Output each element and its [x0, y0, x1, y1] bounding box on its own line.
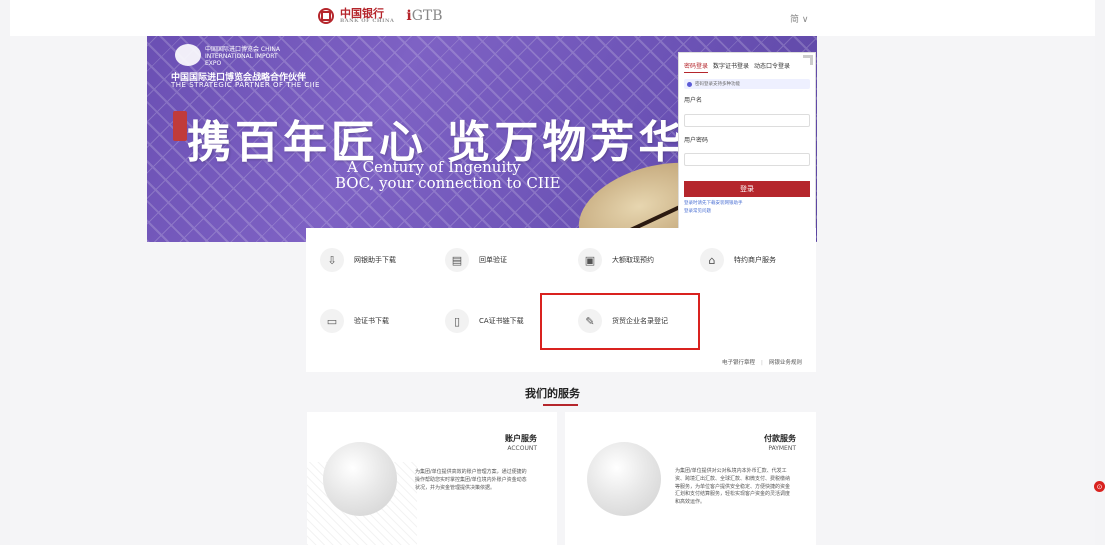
brand-logo[interactable]: 中国银行 BANK OF CHINA iGTB [318, 8, 443, 24]
cash-icon: ▣ [578, 248, 602, 272]
payment-globe-icon [587, 442, 661, 516]
link-separator: | [761, 360, 763, 366]
top-bar [10, 0, 1095, 36]
service-card-payment[interactable]: 付款服务 PAYMENT 为集团/单位提供对公对私境内本外币汇款、代发工资、跨境… [565, 412, 816, 545]
username-input[interactable] [684, 113, 810, 127]
shortcut-ca-cert-download[interactable]: ▯ CA证书链下载 [445, 309, 524, 333]
shortcut-helper-download[interactable]: ⇩ 网银助手下载 [320, 248, 396, 272]
password-label: 用户密码 [684, 136, 709, 144]
card-desc: 为集团/单位提供对公对私境内本外币汇款、代发工资、跨境汇出汇款、全球汇款、和微支… [675, 468, 791, 505]
tab-cert-login[interactable]: 数字证书登录 [713, 61, 749, 73]
service-card-account[interactable]: 账户服务 ACCOUNT 为集团/单位提供高效的账户管理方案，通过便捷的操作帮助… [307, 412, 557, 545]
highlight-box [540, 293, 700, 350]
account-globe-icon [323, 442, 397, 516]
partner-en: THE STRATEGIC PARTNER OF THE CIIE [171, 81, 320, 89]
tab-password-login[interactable]: 密码登录 [684, 61, 709, 73]
float-service-icon[interactable]: ⊙ [1094, 481, 1105, 492]
card-sub: PAYMENT [768, 445, 796, 452]
boc-name: 中国银行 BANK OF CHINA [340, 7, 395, 24]
download-icon: ⇩ [320, 248, 344, 272]
card-title: 付款服务 [764, 434, 796, 443]
receipt-icon: ▤ [445, 248, 469, 272]
card-title: 账户服务 [505, 434, 537, 443]
password-input[interactable] [684, 153, 810, 166]
banner-slogan-en-2: BOC, your connection to CIIE [335, 174, 561, 192]
boc-logo-icon [318, 8, 334, 24]
tab-token-login[interactable]: 动态口令登录 [754, 61, 790, 73]
shortcut-cash-appointment[interactable]: ▣ 大额取现预约 [578, 248, 654, 272]
username-label: 用户名 [684, 97, 703, 104]
info-icon [687, 81, 692, 87]
shortcut-merchant-service[interactable]: ⌂ 特约商户服务 [700, 248, 776, 272]
services-title: 我们的服务 [525, 387, 580, 400]
shortcut-receipt-verify[interactable]: ▤ 回单验证 [445, 248, 507, 272]
boc-sub: BANK OF CHINA [340, 18, 395, 24]
card-sub: ACCOUNT [507, 445, 537, 452]
login-panel: 密码登录 数字证书登录 动态口令登录 密码登录支持多种功能 用户名 用户密码 登… [678, 52, 816, 230]
login-faq-link[interactable]: 登录常见问题 [684, 208, 711, 214]
ciie-logo-icon [175, 44, 201, 66]
shortcut-cert-download[interactable]: ▭ 验证书下载 [320, 309, 389, 333]
language-selector[interactable]: 简 ∨ [790, 12, 808, 25]
ebank-charter-link[interactable]: 电子银行章程 [722, 360, 755, 366]
cert-icon: ▭ [320, 309, 344, 333]
ca-cert-icon: ▯ [445, 309, 469, 333]
seal-icon [173, 111, 187, 141]
login-tabs: 密码登录 数字证书登录 动态口令登录 [679, 53, 815, 77]
services-underline [543, 404, 578, 406]
qr-login-icon[interactable] [803, 55, 813, 65]
card-desc: 为集团/单位提供高效的账户管理方案，通过便捷的操作帮助您实时掌控集团/单位境内外… [415, 469, 527, 491]
igtb-logo: iGTB [406, 8, 443, 24]
login-notice: 密码登录支持多种功能 [684, 79, 810, 89]
shop-icon: ⌂ [700, 248, 724, 272]
expo-name: 中国国际进口博览会 CHINA INTERNATIONAL IMPORT EXP… [205, 46, 280, 68]
login-button[interactable]: 登录 [684, 181, 810, 197]
ebank-links: 电子银行章程 | 网银业务规则 [722, 358, 802, 366]
download-helper-link[interactable]: 登录时请先下载安装网银助手 [684, 200, 743, 206]
ebank-rules-link[interactable]: 网银业务规则 [769, 360, 802, 366]
